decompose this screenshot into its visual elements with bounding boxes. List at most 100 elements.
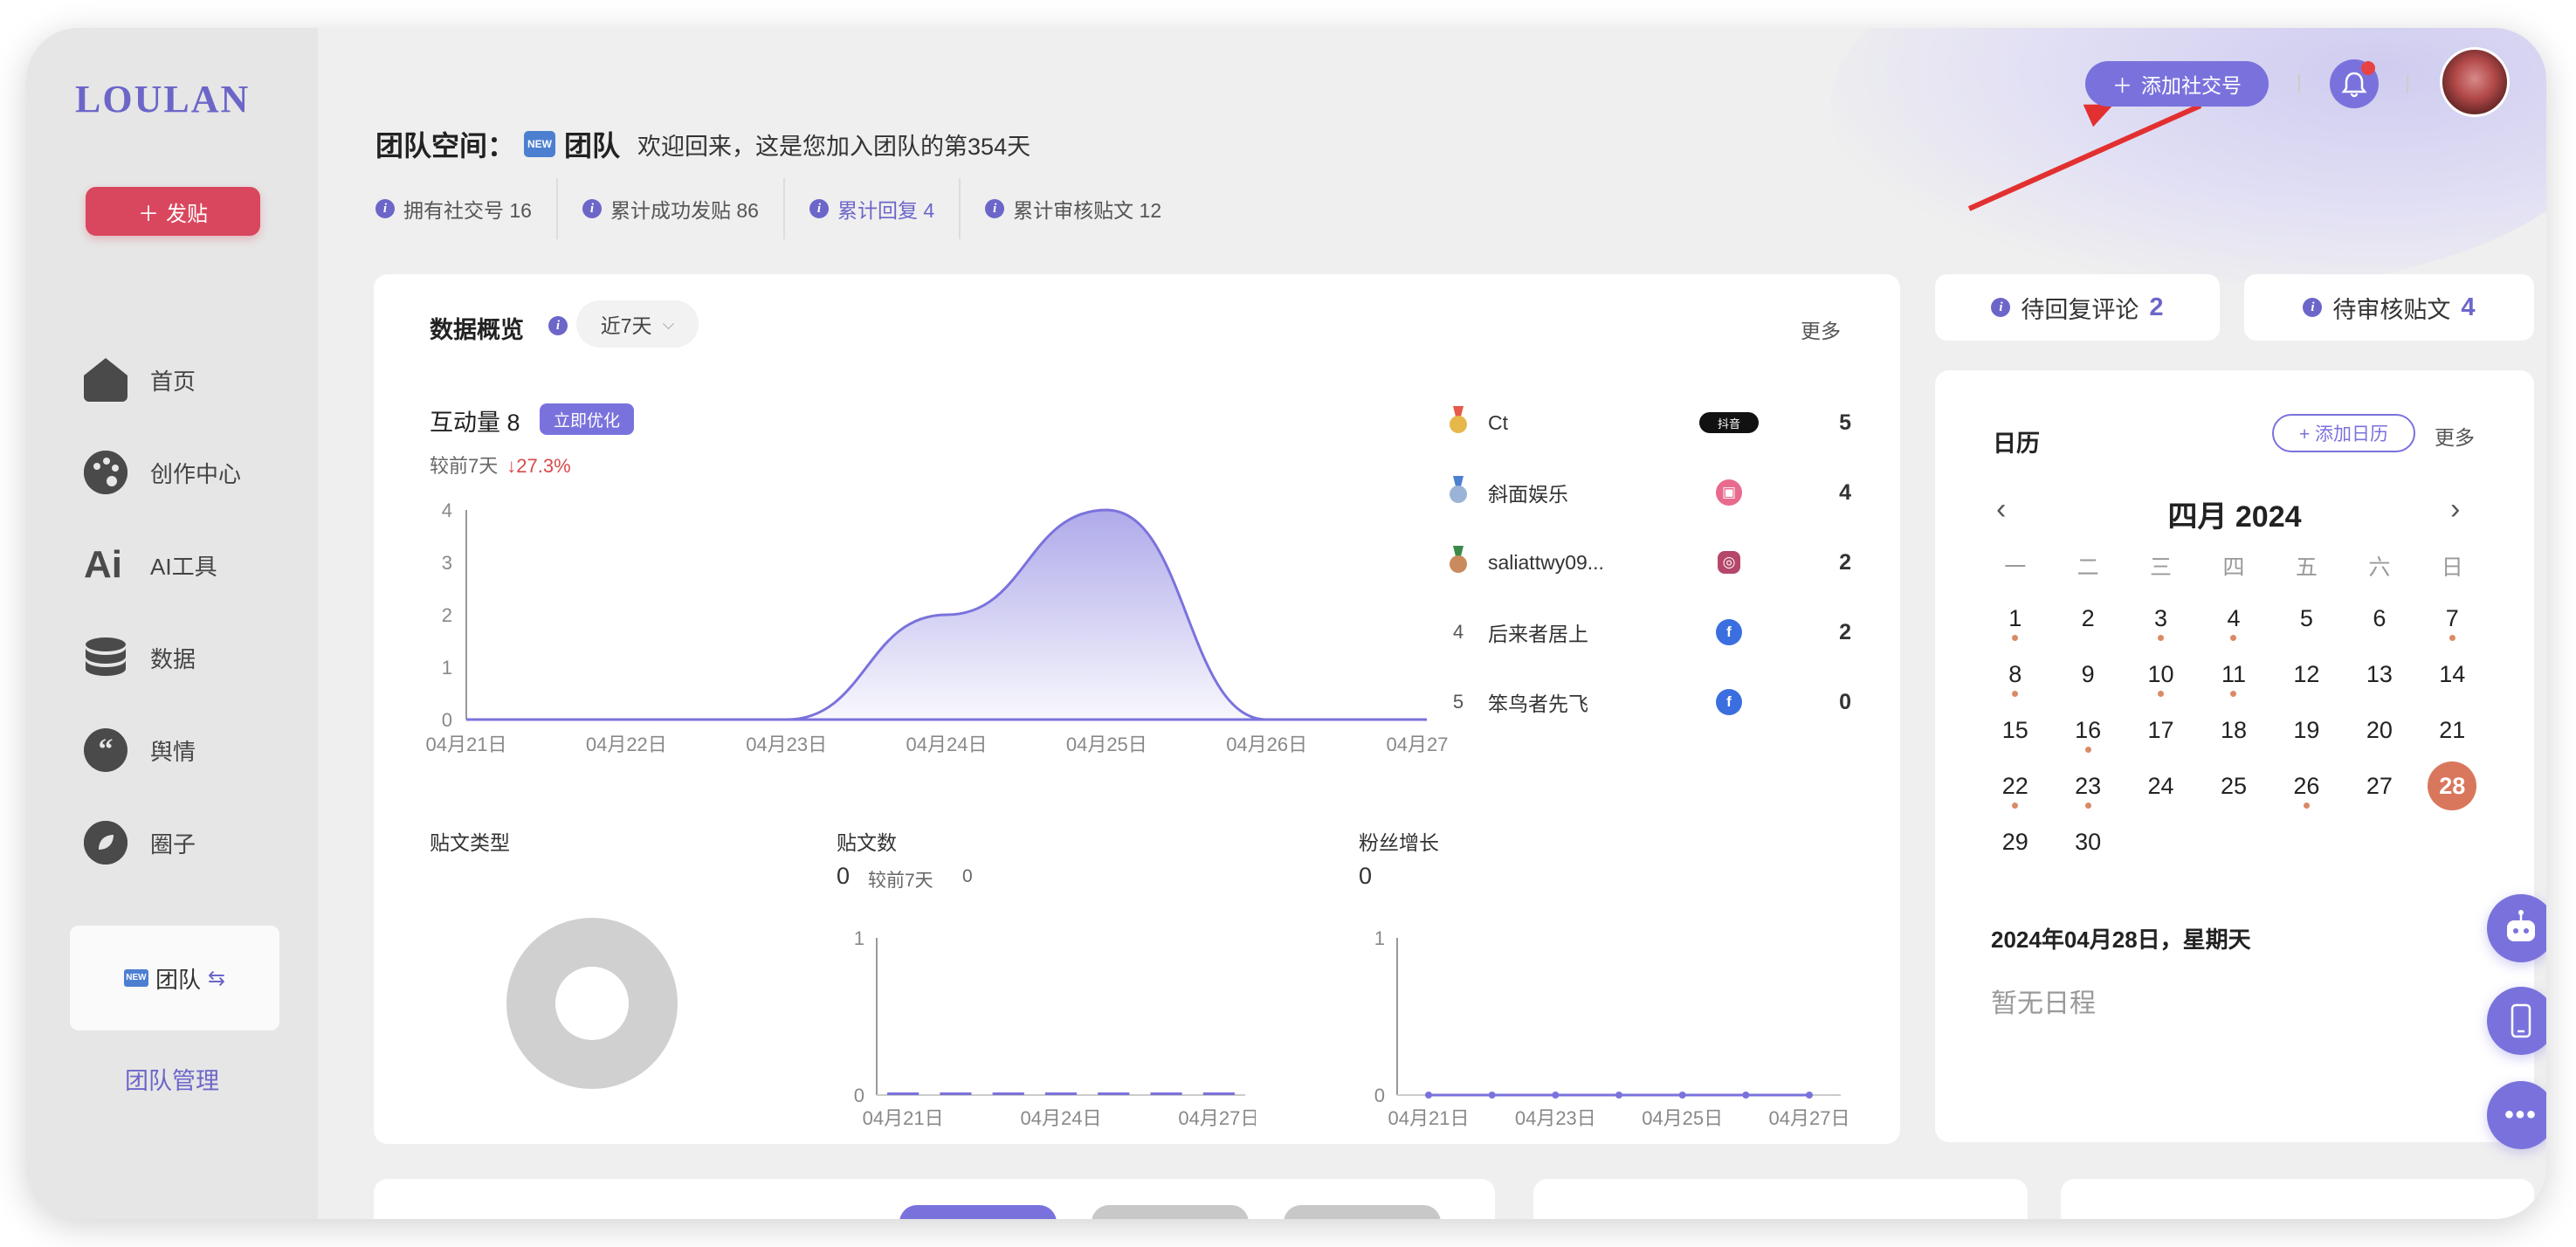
ranking-value: 2: [1839, 549, 1851, 575]
day-number: 6: [2373, 604, 2387, 631]
calendar-day[interactable]: 1: [1979, 590, 2051, 646]
sidebar-item-sentiment[interactable]: “ 舆情: [84, 704, 311, 796]
account-name: 笨鸟者先飞: [1488, 692, 1588, 715]
bottom-card-middle: [1533, 1179, 2028, 1219]
team-switcher[interactable]: NEW 团队 ⇆: [70, 926, 279, 1030]
sidebar-item-label: AI工具: [150, 553, 217, 580]
ranking-row[interactable]: 斜面娱乐 ▣ 4: [1441, 458, 1851, 527]
calendar-day[interactable]: 26: [2270, 758, 2343, 814]
x-tick-label: 04月21日: [426, 734, 507, 755]
new-post-button[interactable]: ＋ 发贴: [86, 187, 260, 236]
x-tick-label: 04月27日: [1769, 1107, 1850, 1129]
calendar-day[interactable]: 8: [1979, 646, 2051, 702]
day-number: 17: [2147, 716, 2174, 743]
day-number: 19: [2293, 716, 2320, 743]
calendar-day[interactable]: 15: [1979, 702, 2051, 758]
ranking-row[interactable]: saliattwy09... ◎ 2: [1441, 527, 1851, 597]
weekday-header: 六: [2368, 555, 2391, 580]
calendar-day[interactable]: 7: [2416, 590, 2489, 646]
calendar-day[interactable]: 28: [2416, 758, 2489, 814]
sidebar-item-creation[interactable]: 创作中心: [84, 426, 311, 519]
info-icon[interactable]: i: [548, 316, 568, 335]
interaction-area-chart: 0 1 2 3 4 04月21日 04月22日 04月23日 04月24日 04月25日 04月26…: [426, 499, 1448, 755]
calendar-day[interactable]: 17: [2125, 702, 2197, 758]
calendar-day[interactable]: 27: [2343, 758, 2415, 814]
more-options-button[interactable]: •••: [2487, 1081, 2546, 1149]
calendar-day[interactable]: 24: [2125, 758, 2197, 814]
rank-number: 4: [1452, 621, 1464, 643]
bottom-tab-1[interactable]: [899, 1205, 1057, 1219]
chevron-right-icon[interactable]: ›: [2450, 493, 2460, 527]
stat-posts[interactable]: i 累计成功发贴 86: [558, 178, 785, 239]
calendar-day[interactable]: 20: [2343, 702, 2415, 758]
user-avatar[interactable]: [2440, 47, 2510, 117]
sidebar-item-circle[interactable]: 圈子: [84, 796, 311, 889]
sidebar-item-home[interactable]: 首页: [84, 334, 311, 426]
calendar-day[interactable]: 10: [2125, 646, 2197, 702]
calendar-day[interactable]: 19: [2270, 702, 2343, 758]
pending-comments-card[interactable]: i 待回复评论 2: [1935, 274, 2220, 341]
calendar-day[interactable]: 22: [1979, 758, 2051, 814]
calendar-day[interactable]: 21: [2416, 702, 2489, 758]
stat-reviews[interactable]: i 累计审核贴文 12: [961, 178, 1186, 239]
optimize-button[interactable]: 立即优化: [540, 403, 635, 435]
calendar-day[interactable]: 12: [2270, 646, 2343, 702]
add-social-account-button[interactable]: ＋ 添加社交号: [2085, 61, 2269, 107]
day-number: 12: [2293, 660, 2320, 687]
tiktok-icon: 抖音: [1699, 412, 1759, 433]
calendar-more-link[interactable]: 更多: [2435, 421, 2475, 451]
sidebar-item-data[interactable]: 数据: [84, 611, 311, 704]
weekday-header: 一: [2004, 555, 2027, 580]
divider: [2298, 74, 2300, 93]
calendar-day[interactable]: 11: [2197, 646, 2269, 702]
x-tick-label: 04月25日: [1066, 734, 1147, 755]
calendar-day[interactable]: 25: [2197, 758, 2269, 814]
overview-more-link[interactable]: 更多: [1801, 314, 1841, 344]
calendar-day[interactable]: 18: [2197, 702, 2269, 758]
calendar-day[interactable]: 3: [2125, 590, 2197, 646]
new-badge: NEW: [123, 969, 148, 987]
team-manage-link[interactable]: 团队管理: [26, 1062, 318, 1096]
chevron-left-icon[interactable]: ‹: [1996, 493, 2006, 527]
robot-assistant-button[interactable]: [2487, 894, 2546, 962]
info-icon: i: [375, 199, 395, 218]
calendar-card: 日历 + 添加日历 更多 四月 2024 ‹ › 一二三四五六日12345678…: [1935, 370, 2534, 1142]
calendar-day[interactable]: 29: [1979, 814, 2051, 870]
stat-social-accounts[interactable]: i 拥有社交号 16: [375, 178, 558, 239]
y-tick-label: 1: [442, 657, 452, 679]
ranking-row[interactable]: Ct 抖音 5: [1441, 388, 1851, 458]
day-number: 7: [2445, 604, 2459, 631]
calendar-day[interactable]: 6: [2343, 590, 2415, 646]
calendar-day[interactable]: 14: [2416, 646, 2489, 702]
calendar-day[interactable]: 4: [2197, 590, 2269, 646]
range-select[interactable]: 近7天 ⌵: [576, 300, 699, 348]
calendar-day[interactable]: 30: [2051, 814, 2124, 870]
x-tick-label: 04月27日: [1178, 1107, 1256, 1129]
notification-bell-button[interactable]: [2330, 59, 2379, 108]
title-team: 团队: [564, 130, 621, 162]
calendar-day[interactable]: 23: [2051, 758, 2124, 814]
account-name: saliattwy09...: [1488, 550, 1604, 574]
calendar-day[interactable]: 5: [2270, 590, 2343, 646]
stat-replies[interactable]: i 累计回复 4: [785, 178, 961, 239]
app-logo[interactable]: LOULAN: [75, 77, 250, 121]
bar: [992, 1092, 1024, 1095]
ranking-row[interactable]: 4 后来者居上 f 2: [1441, 597, 1851, 667]
pending-posts-card[interactable]: i 待审核贴文 4: [2244, 274, 2534, 341]
weekday-header: 三: [2150, 555, 2173, 580]
weekday-header: 四: [2222, 555, 2245, 580]
bottom-tab-3[interactable]: [1284, 1205, 1441, 1219]
bottom-tab-2[interactable]: [1092, 1205, 1249, 1219]
calendar-day[interactable]: 2: [2051, 590, 2124, 646]
sidebar-item-ai-tools[interactable]: Ai AI工具: [84, 519, 311, 611]
day-number: 2: [2081, 604, 2095, 631]
calendar-day[interactable]: 9: [2051, 646, 2124, 702]
calendar-day[interactable]: 13: [2343, 646, 2415, 702]
pending-posts-label: 待审核贴文: [2332, 296, 2451, 323]
calendar-day[interactable]: 16: [2051, 702, 2124, 758]
ranking-row[interactable]: 5 笨鸟者先飞 f 0: [1441, 667, 1851, 737]
arrow-down-icon: ↓: [506, 455, 517, 477]
mobile-preview-button[interactable]: [2487, 987, 2546, 1055]
y-tick-label: 1: [854, 927, 864, 949]
add-calendar-button[interactable]: + 添加日历: [2272, 414, 2415, 452]
